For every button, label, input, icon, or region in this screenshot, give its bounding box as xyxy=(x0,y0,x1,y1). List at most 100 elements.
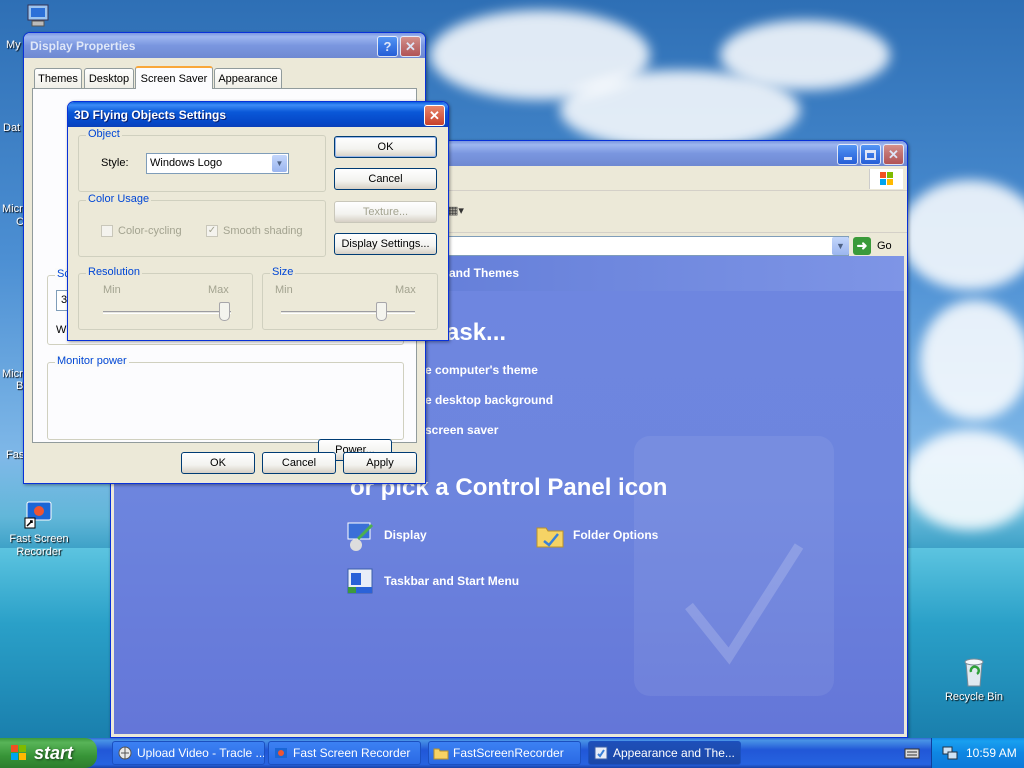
taskbar-button-label: Appearance and The... xyxy=(613,746,735,760)
flying-objects-titlebar[interactable]: 3D Flying Objects Settings xyxy=(68,102,448,127)
taskbar-button-fast-screen-recorder[interactable]: Fast Screen Recorder xyxy=(268,741,421,765)
tab-appearance[interactable]: Appearance xyxy=(214,68,282,88)
cp-icon-label: Display xyxy=(384,528,427,542)
style-value: Windows Logo xyxy=(150,157,223,169)
taskbar-button-upload-video[interactable]: Upload Video - Tracle ... xyxy=(112,741,265,765)
smooth-shading-checkbox[interactable]: ✓ Smooth shading xyxy=(206,225,303,237)
clock[interactable]: 10:59 AM xyxy=(966,746,1017,760)
apply-button[interactable]: Apply xyxy=(343,452,417,474)
window-title: Display Properties xyxy=(30,38,136,53)
ok-button[interactable]: OK xyxy=(181,452,255,474)
desktop-icon-label[interactable]: My xyxy=(6,39,21,51)
system-tray: 10:59 AM xyxy=(931,738,1024,768)
display-properties-titlebar[interactable]: Display Properties xyxy=(24,33,425,58)
display-settings-button[interactable]: Display Settings... xyxy=(334,233,437,255)
taskbar-start-menu-icon xyxy=(344,565,376,597)
desktop-icon-fast-screen-recorder[interactable]: Fast Screen Recorder xyxy=(1,498,77,559)
tab-screen-saver[interactable]: Screen Saver xyxy=(135,66,213,89)
browser-icon xyxy=(117,745,133,761)
help-icon: ? xyxy=(383,39,392,54)
cp-icon-display[interactable]: Display xyxy=(344,518,427,552)
taskbar-button-label: Fast Screen Recorder xyxy=(293,746,411,760)
texture-button[interactable]: Texture... xyxy=(334,201,437,223)
desktop-icon-label: Fast Screen Recorder xyxy=(9,533,69,558)
close-button[interactable]: ✕ xyxy=(400,36,421,57)
group-title: Color Usage xyxy=(86,193,152,205)
close-icon: ✕ xyxy=(429,107,440,123)
folder-icon xyxy=(433,745,449,761)
size-group: Size Min Max xyxy=(262,266,438,330)
checkbox-label: Smooth shading xyxy=(223,225,303,237)
minimize-icon xyxy=(843,157,852,160)
folder-icon xyxy=(534,519,566,551)
cloud xyxy=(900,180,1024,290)
group-title: Size xyxy=(270,266,296,278)
cp-icon-taskbar[interactable]: Taskbar and Start Menu xyxy=(344,564,519,598)
style-select[interactable]: Windows Logo ▼ xyxy=(146,153,289,174)
cloud xyxy=(920,300,1024,420)
keyboard-icon[interactable] xyxy=(904,746,920,760)
taskbar-button-fastscreenrecorder-folder[interactable]: FastScreenRecorder xyxy=(428,741,581,765)
desktop-icon-label: Recycle Bin xyxy=(944,691,1004,703)
group-title: Object xyxy=(86,128,122,140)
taskbar: start Upload Video - Tracle ... Fast Scr… xyxy=(0,738,1024,768)
pick-task-heading: ask... xyxy=(446,319,507,346)
cp-icon-folder-options[interactable]: Folder Options xyxy=(534,518,658,552)
task-link-screensaver[interactable]: screen saver xyxy=(425,423,498,437)
checkmark-icon: ✓ xyxy=(206,225,218,237)
start-label: start xyxy=(34,742,74,763)
task-link-background[interactable]: e desktop background xyxy=(425,393,553,407)
min-label: Min xyxy=(103,284,121,296)
my-computer-icon[interactable] xyxy=(22,2,54,30)
checkbox-icon xyxy=(101,225,113,237)
chevron-down-icon: ▼ xyxy=(275,159,284,168)
windows-logo-icon xyxy=(869,169,903,189)
go-label: Go xyxy=(877,240,892,252)
cloud xyxy=(720,20,890,90)
cp-icon-label: Folder Options xyxy=(573,528,659,542)
group-title: Resolution xyxy=(86,266,142,278)
chevron-down-icon: ▼ xyxy=(836,241,845,251)
recycle-bin-icon xyxy=(958,656,990,688)
color-usage-group: Color Usage Color-cycling ✓ Smooth shadi… xyxy=(78,193,326,257)
close-button[interactable]: ✕ xyxy=(424,105,445,126)
monitor-power-group: Monitor power xyxy=(47,355,404,440)
color-cycling-checkbox[interactable]: Color-cycling xyxy=(101,225,182,237)
tab-themes[interactable]: Themes xyxy=(34,68,82,88)
recorder-icon xyxy=(273,745,289,761)
go-arrow-icon: ➜ xyxy=(853,237,871,255)
maximize-button[interactable] xyxy=(860,144,881,165)
cancel-button[interactable]: Cancel xyxy=(334,168,437,190)
task-link-theme[interactable]: e computer's theme xyxy=(425,363,538,377)
control-panel-icon xyxy=(593,745,609,761)
desktop-icon-label[interactable]: Dat xyxy=(3,122,20,134)
views-icon[interactable]: ▦▾ xyxy=(448,204,472,220)
taskbar-button-label: Upload Video - Tracle ... xyxy=(137,746,265,760)
dropdown-button[interactable]: ▼ xyxy=(272,155,287,172)
tab-desktop[interactable]: Desktop xyxy=(84,68,134,88)
ok-button[interactable]: OK xyxy=(334,136,437,158)
desktop-icon-recycle-bin[interactable]: Recycle Bin xyxy=(936,656,1012,703)
help-button[interactable]: ? xyxy=(377,36,398,57)
flying-objects-settings-dialog: 3D Flying Objects Settings ✕ Object Styl… xyxy=(67,101,449,341)
screen-recorder-icon xyxy=(23,498,55,530)
group-title: Monitor power xyxy=(55,355,129,367)
cp-icon-label: Taskbar and Start Menu xyxy=(384,574,520,588)
taskbar-button-appearance-themes[interactable]: Appearance and The... xyxy=(588,741,741,765)
close-icon: ✕ xyxy=(888,146,899,162)
start-button[interactable]: start xyxy=(0,738,97,768)
go-button[interactable]: ➜ Go xyxy=(853,236,903,256)
close-button[interactable]: ✕ xyxy=(883,144,904,165)
cancel-button[interactable]: Cancel xyxy=(262,452,336,474)
close-icon: ✕ xyxy=(405,38,416,54)
address-dropdown-button[interactable]: ▼ xyxy=(832,237,849,255)
maximize-icon xyxy=(865,149,876,160)
window-title: 3D Flying Objects Settings xyxy=(74,107,227,122)
size-slider-thumb[interactable] xyxy=(375,302,387,321)
display-icon xyxy=(344,519,376,551)
object-group: Object Style: Windows Logo ▼ xyxy=(78,128,326,192)
network-icon[interactable] xyxy=(942,745,958,761)
desktop-icon-label[interactable]: Fas xyxy=(6,449,24,461)
resolution-slider-thumb[interactable] xyxy=(218,302,230,321)
minimize-button[interactable] xyxy=(837,144,858,165)
